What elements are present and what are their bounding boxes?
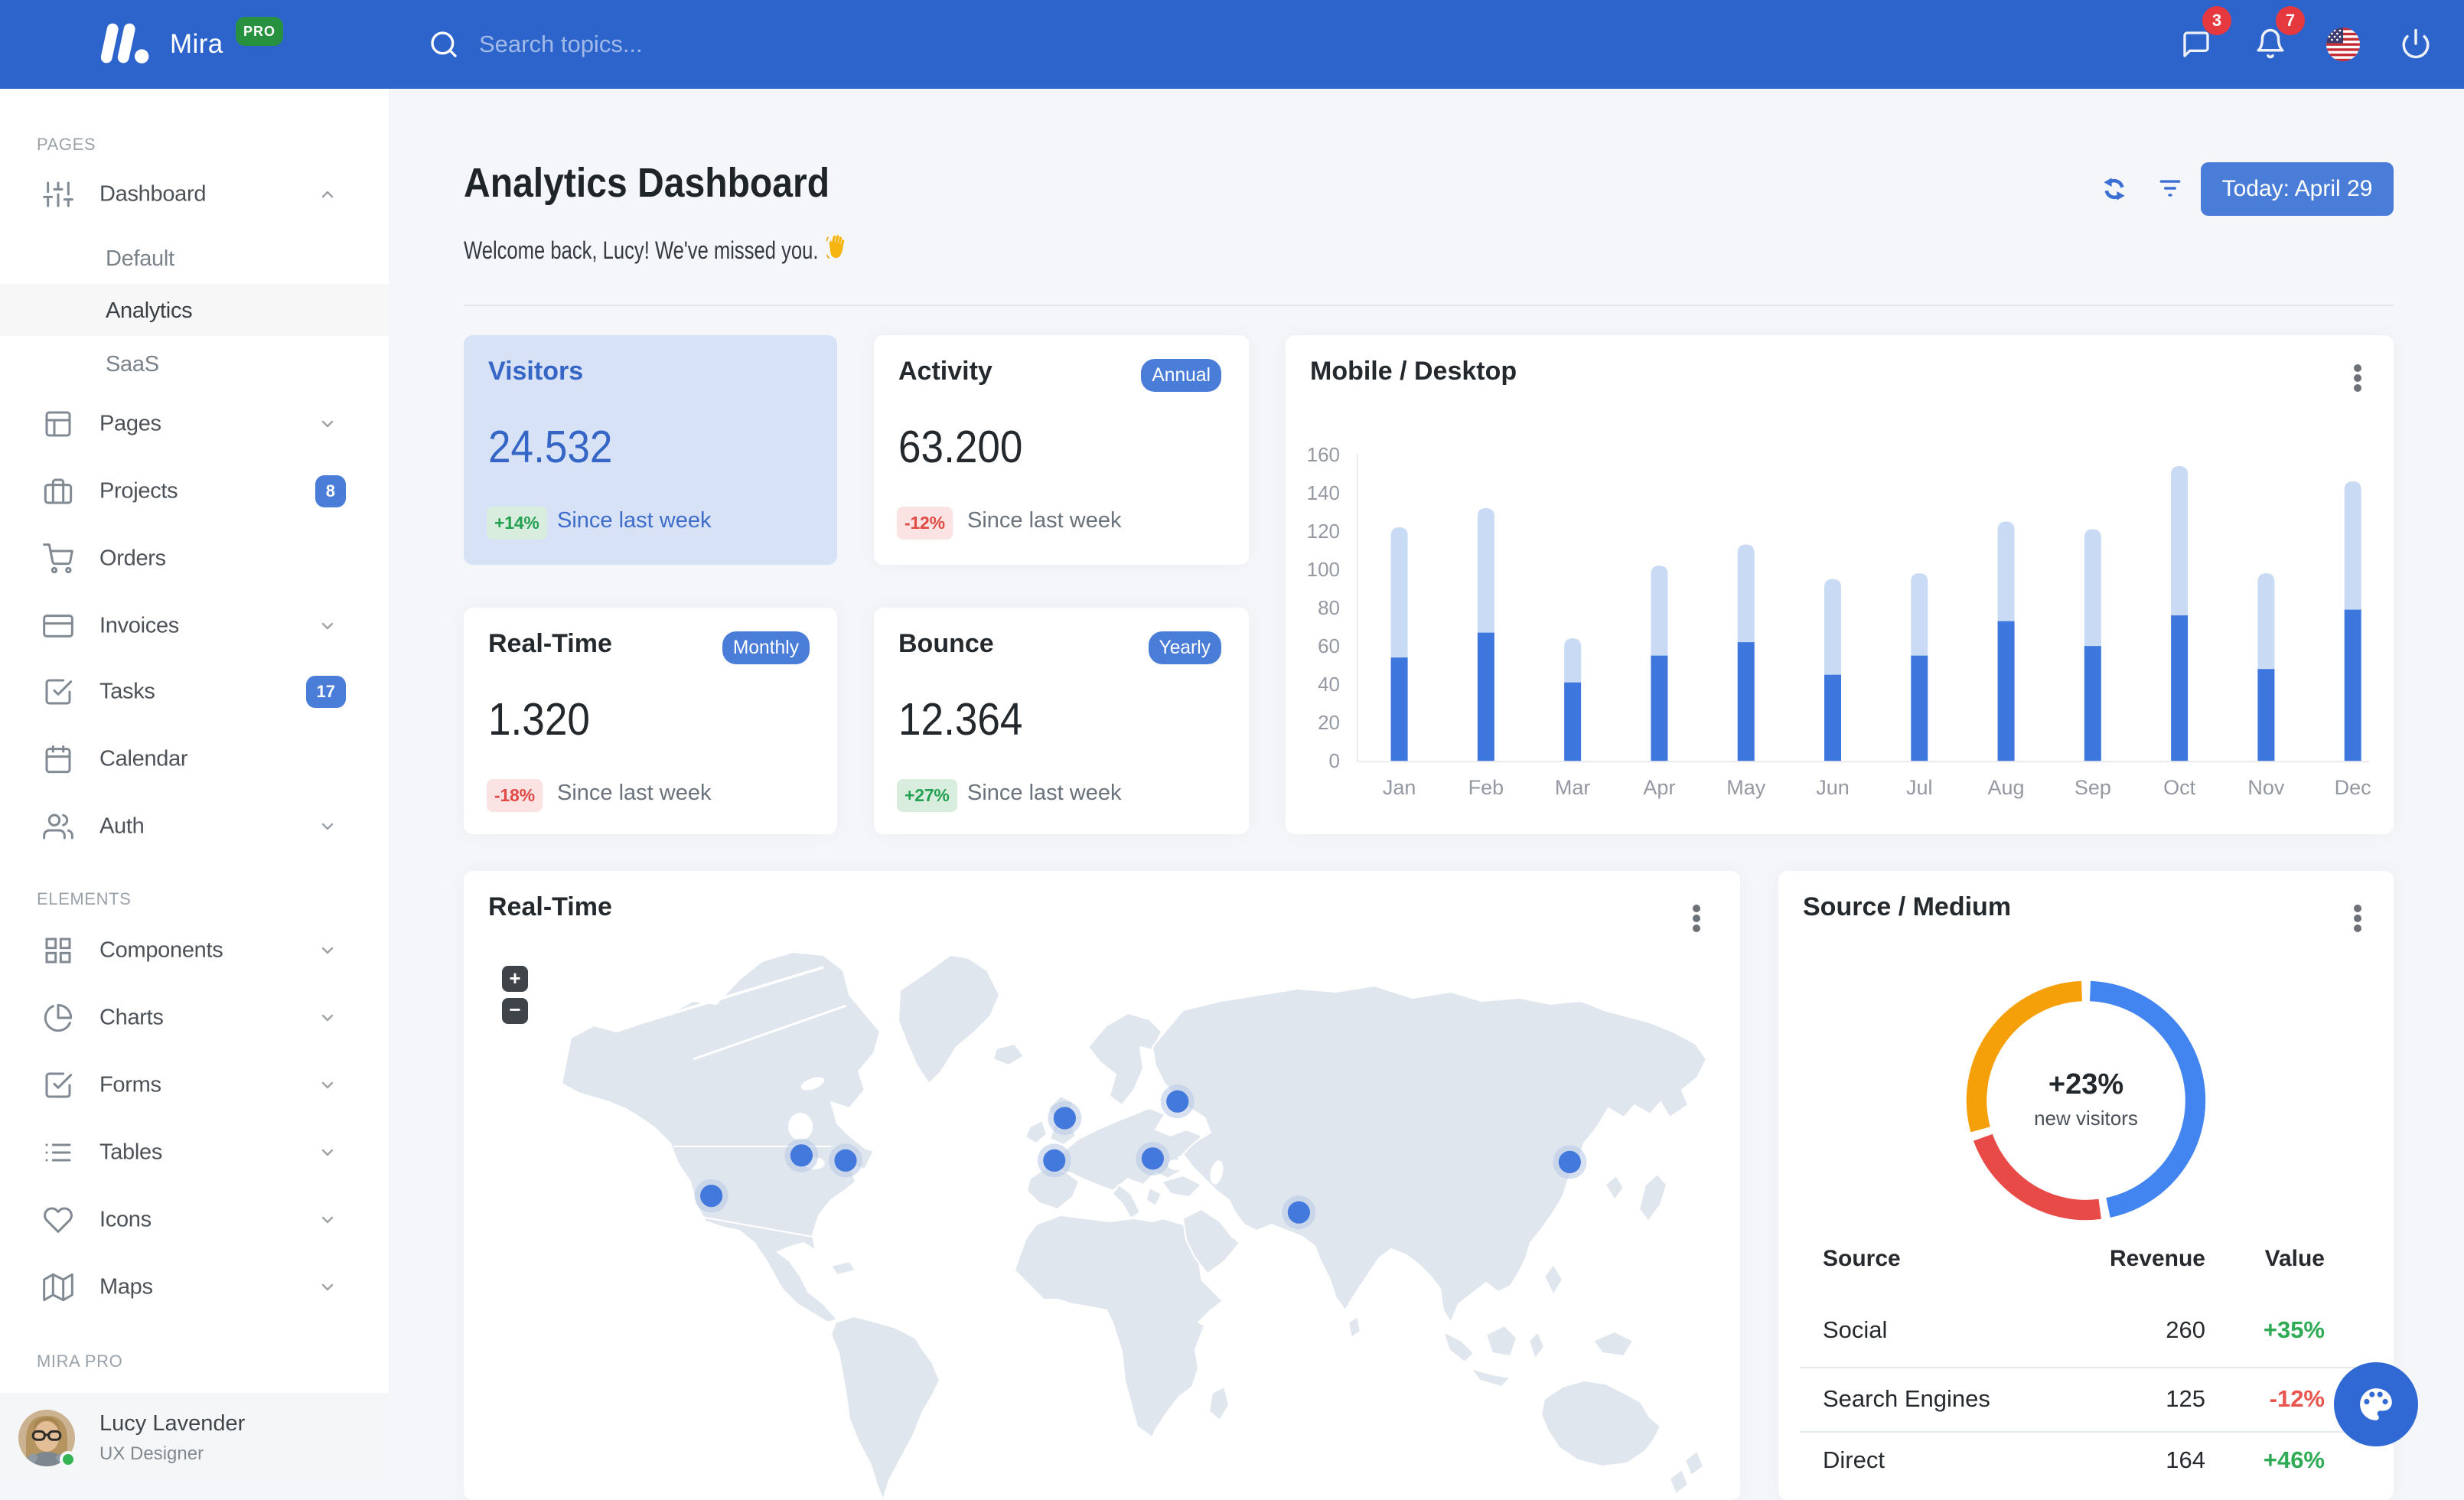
svg-text:Mar: Mar	[1555, 776, 1591, 799]
svg-text:100: 100	[1307, 558, 1340, 581]
svg-text:Sep: Sep	[2075, 776, 2111, 799]
svg-text:Oct: Oct	[2163, 776, 2196, 799]
svg-text:Feb: Feb	[1468, 776, 1504, 799]
svg-text:20: 20	[1318, 711, 1340, 734]
svg-text:40: 40	[1318, 673, 1340, 696]
svg-text:160: 160	[1307, 443, 1340, 466]
svg-text:0: 0	[1329, 749, 1340, 772]
svg-text:140: 140	[1307, 481, 1340, 504]
svg-text:Dec: Dec	[2335, 776, 2371, 799]
svg-text:Jan: Jan	[1383, 776, 1416, 799]
svg-text:60: 60	[1318, 634, 1340, 657]
svg-text:Apr: Apr	[1643, 776, 1675, 799]
svg-text:Nov: Nov	[2247, 776, 2285, 799]
svg-text:Jul: Jul	[1906, 776, 1933, 799]
svg-text:May: May	[1726, 776, 1766, 799]
svg-text:Aug: Aug	[1988, 776, 2025, 799]
svg-text:Jun: Jun	[1816, 776, 1850, 799]
svg-text:120: 120	[1307, 520, 1340, 543]
svg-text:80: 80	[1318, 596, 1340, 619]
